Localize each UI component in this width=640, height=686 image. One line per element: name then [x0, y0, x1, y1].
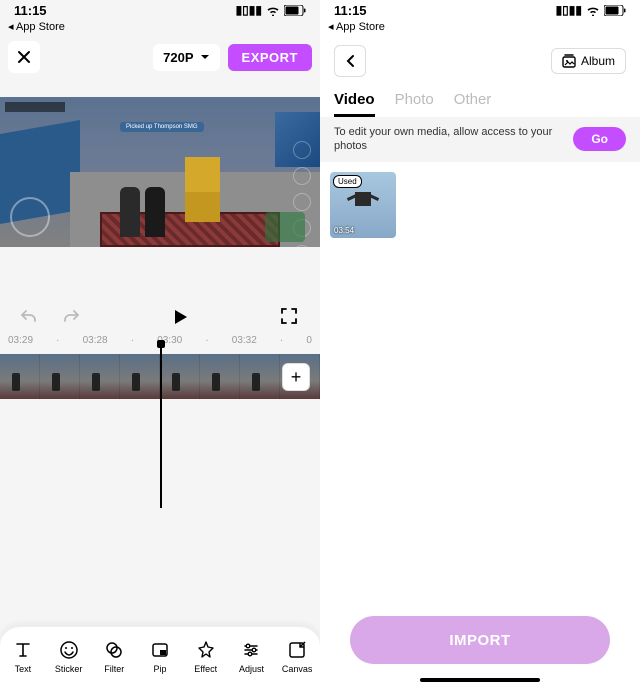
tool-effect[interactable]: Effect — [183, 639, 229, 674]
tool-canvas[interactable]: Canvas — [274, 639, 320, 674]
effect-icon — [195, 639, 217, 661]
go-button[interactable]: Go — [573, 127, 626, 151]
quality-label: 720P — [163, 50, 193, 65]
signal-icon: ▮▯▮▮ — [556, 3, 582, 17]
tab-video[interactable]: Video — [334, 91, 375, 117]
quality-button[interactable]: 720P — [153, 44, 219, 71]
media-grid: Used 03:54 — [320, 162, 640, 248]
wifi-icon — [586, 5, 600, 16]
export-button[interactable]: EXPORT — [228, 44, 312, 71]
canvas-icon — [286, 639, 308, 661]
pip-icon — [149, 639, 171, 661]
tool-sticker[interactable]: Sticker — [46, 639, 92, 674]
timeline[interactable]: + — [0, 354, 320, 408]
pickup-banner: Picked up Thompson SMG — [120, 122, 204, 132]
tab-photo[interactable]: Photo — [395, 91, 434, 117]
used-badge: Used — [333, 175, 362, 188]
fullscreen-button[interactable] — [280, 307, 300, 327]
battery-icon — [604, 5, 626, 16]
media-duration: 03:54 — [334, 226, 354, 235]
play-button[interactable] — [170, 307, 190, 327]
status-time: 11:15 — [334, 3, 367, 18]
playback-controls — [0, 307, 320, 335]
import-button[interactable]: IMPORT — [350, 616, 610, 664]
status-bar: 11:15 ▮▯▮▮ — [0, 0, 320, 20]
wifi-icon — [266, 5, 280, 16]
tool-pip[interactable]: Pip — [137, 639, 183, 674]
breadcrumb[interactable]: ◂ App Store — [0, 20, 320, 37]
album-button[interactable]: Album — [551, 48, 626, 74]
album-icon — [562, 54, 576, 68]
picker-top-row: Album — [320, 37, 640, 85]
editor-panel: 11:15 ▮▯▮▮ ◂ App Store 720P EXPORT — [0, 0, 320, 686]
tool-adjust[interactable]: Adjust — [229, 639, 275, 674]
chevron-down-icon — [200, 54, 210, 60]
add-clip-button[interactable]: + — [282, 363, 310, 391]
status-time: 11:15 — [14, 3, 47, 18]
media-tabs: Video Photo Other — [320, 85, 640, 117]
home-indicator[interactable] — [420, 678, 540, 682]
filter-icon — [103, 639, 125, 661]
redo-button[interactable] — [60, 307, 80, 327]
status-icons: ▮▯▮▮ — [236, 3, 306, 17]
text-icon — [12, 639, 34, 661]
adjust-icon — [240, 639, 262, 661]
status-icons: ▮▯▮▮ — [556, 3, 626, 17]
video-preview[interactable]: Picked up Thompson SMG — [0, 97, 320, 247]
playhead[interactable] — [160, 344, 162, 508]
close-button[interactable] — [8, 41, 40, 73]
status-bar: 11:15 ▮▯▮▮ — [320, 0, 640, 20]
tool-text[interactable]: Text — [0, 639, 46, 674]
picker-panel: 11:15 ▮▯▮▮ ◂ App Store Album Video Photo… — [320, 0, 640, 686]
sticker-icon — [58, 639, 80, 661]
tool-filter[interactable]: Filter — [91, 639, 137, 674]
permission-bar: To edit your own media, allow access to … — [320, 117, 640, 162]
permission-message: To edit your own media, allow access to … — [334, 125, 563, 154]
tool-toolbar: Text Sticker Filter Pip Effect Adjust Ca… — [0, 626, 320, 686]
tab-other[interactable]: Other — [454, 91, 492, 117]
signal-icon: ▮▯▮▮ — [236, 3, 262, 17]
battery-icon — [284, 5, 306, 16]
undo-button[interactable] — [20, 307, 40, 327]
back-button[interactable] — [334, 45, 366, 77]
editor-top-row: 720P EXPORT — [0, 37, 320, 77]
breadcrumb[interactable]: ◂ App Store — [320, 20, 640, 37]
media-item[interactable]: Used 03:54 — [330, 172, 396, 238]
